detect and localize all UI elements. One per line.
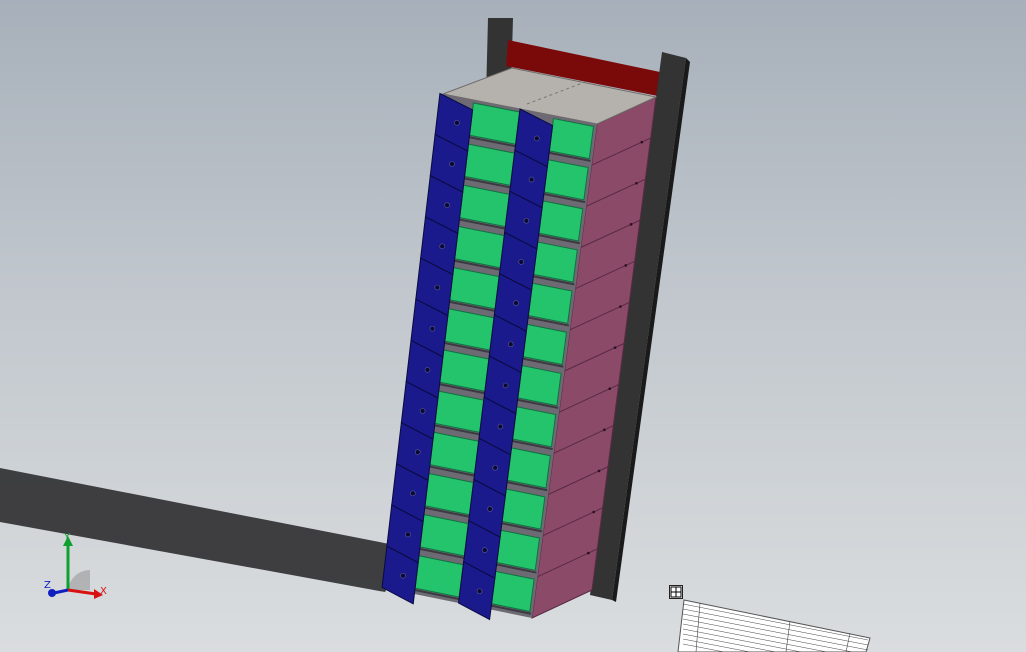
drawer-front[interactable] xyxy=(527,282,573,324)
door-knob-icon xyxy=(405,531,411,538)
door-knob-icon xyxy=(410,490,416,497)
door-knob-icon xyxy=(419,408,426,414)
triad-x-label: X xyxy=(100,586,107,597)
move-handle-icon[interactable] xyxy=(669,585,683,599)
drawer-front[interactable] xyxy=(522,323,568,366)
side-bolt-icon xyxy=(629,223,633,226)
door-knob-icon xyxy=(481,547,488,553)
door-knob-icon xyxy=(507,341,514,348)
triad-z-label: Z xyxy=(44,580,51,591)
door-knob-icon xyxy=(497,423,504,430)
side-bolt-icon xyxy=(587,551,590,555)
side-bolt-icon xyxy=(603,428,606,432)
door-knob-icon xyxy=(513,300,519,306)
side-bolt-icon xyxy=(640,140,644,144)
door-knob-icon xyxy=(429,325,436,332)
door-knob-icon xyxy=(487,506,493,512)
door-knob-icon xyxy=(414,449,421,455)
drawer-front[interactable] xyxy=(533,241,578,283)
door-knob-icon xyxy=(518,259,524,265)
drawing-sheet[interactable] xyxy=(677,599,871,652)
door-knob-icon xyxy=(492,464,498,471)
door-knob-icon xyxy=(528,176,535,183)
door-knob-icon xyxy=(533,135,540,142)
drawer-front[interactable] xyxy=(491,570,535,613)
reference-triad[interactable]: Y X Z xyxy=(38,530,118,610)
door-knob-icon xyxy=(434,284,441,291)
drawer-front[interactable] xyxy=(517,364,562,407)
side-bolt-icon xyxy=(635,181,638,185)
side-bolt-icon xyxy=(597,469,601,473)
side-bolt-icon xyxy=(619,305,622,308)
door-knob-icon xyxy=(424,367,431,373)
door-knob-icon xyxy=(444,202,450,208)
drawer-front[interactable] xyxy=(538,200,584,242)
door-knob-icon xyxy=(400,572,406,579)
door-knob-icon xyxy=(449,161,455,167)
drawer-front[interactable] xyxy=(543,159,589,201)
drawer-front[interactable] xyxy=(512,406,557,448)
triad-y-label: Y xyxy=(64,532,71,543)
drawer-front[interactable] xyxy=(501,488,546,530)
door-knob-icon xyxy=(454,120,460,126)
door-knob-icon xyxy=(476,588,483,595)
side-bolt-icon xyxy=(613,346,617,349)
door-knob-icon xyxy=(523,217,530,224)
cad-model-view[interactable] xyxy=(0,0,1026,652)
drawer-front[interactable] xyxy=(496,529,541,571)
graphics-viewport[interactable]: Y X Z xyxy=(0,0,1026,652)
drawer[interactable] xyxy=(545,117,595,162)
drawer-front[interactable] xyxy=(506,447,551,489)
drawer-front[interactable] xyxy=(548,117,595,160)
door-knob-icon xyxy=(502,382,509,389)
side-bolt-icon xyxy=(624,264,628,267)
door-knob-icon xyxy=(439,243,446,250)
triad-graphic xyxy=(48,536,103,599)
side-bolt-icon xyxy=(608,387,612,391)
side-bolt-icon xyxy=(592,510,595,514)
